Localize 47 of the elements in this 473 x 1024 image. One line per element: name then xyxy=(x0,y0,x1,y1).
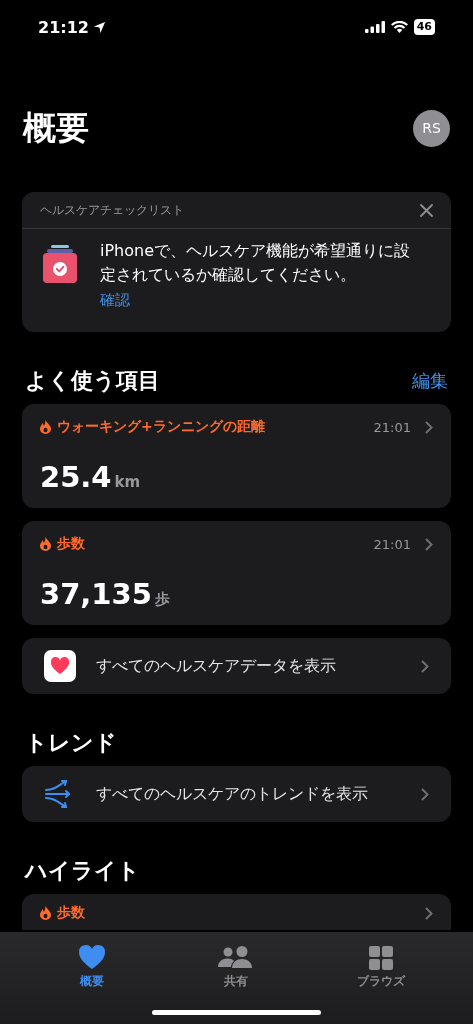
metric-unit: km xyxy=(114,473,141,491)
wifi-icon xyxy=(390,21,408,33)
chevron-icon xyxy=(425,420,433,434)
metric-card[interactable]: ウォーキング+ランニングの距離 21:01 25.4 km xyxy=(22,404,451,508)
heart-icon xyxy=(78,944,107,970)
checklist-message: iPhoneで、ヘルスケア機能が希望通りに設定されているか確認してください。 xyxy=(100,240,411,286)
metric-title: 歩数 xyxy=(57,535,86,553)
tab-item[interactable]: ブラウズ xyxy=(335,940,426,990)
tab-item[interactable]: 概要 xyxy=(47,940,138,990)
chevron-icon xyxy=(421,787,429,801)
highlight-card[interactable]: 歩数 xyxy=(22,894,451,930)
metric-time: 21:01 xyxy=(373,536,411,552)
status-time: 21:12 xyxy=(38,17,89,37)
location-arrow-icon xyxy=(92,20,106,34)
checklist-title: ヘルスケアチェックリスト xyxy=(40,201,184,219)
people-icon xyxy=(218,946,255,970)
chevron-icon xyxy=(425,906,433,920)
metric-value: 25.4 xyxy=(40,460,112,494)
section-heading: ハイライト xyxy=(25,857,140,885)
battery-indicator: 46 xyxy=(413,19,435,35)
tab-item[interactable]: 共有 xyxy=(191,940,282,990)
flame-icon xyxy=(40,906,51,920)
edit-link[interactable]: 編集 xyxy=(412,369,448,393)
chevron-icon xyxy=(421,659,429,673)
page-title: 概要 xyxy=(23,106,89,149)
link-label: すべてのヘルスケアデータを表示 xyxy=(96,655,337,677)
confirm-link[interactable]: 確認 xyxy=(100,291,130,310)
section-heading: よく使う項目 xyxy=(25,367,160,395)
flame-icon xyxy=(40,420,51,434)
trends-row[interactable]: すべてのヘルスケアのトレンドを表示 xyxy=(22,766,451,822)
metric-card[interactable]: 歩数 21:01 37,135 歩 xyxy=(22,521,451,625)
signal-icon xyxy=(364,21,385,33)
metric-value: 37,135 xyxy=(40,577,152,611)
chevron-icon xyxy=(425,537,433,551)
checklist-icon xyxy=(42,245,78,285)
grid-icon xyxy=(368,946,393,970)
health-app-icon xyxy=(44,650,76,682)
all-data-row[interactable]: すべてのヘルスケアデータを表示 xyxy=(22,638,451,694)
metric-title: 歩数 xyxy=(57,904,86,922)
close-icon[interactable] xyxy=(420,203,433,217)
metric-time: 21:01 xyxy=(373,419,411,435)
flame-icon xyxy=(40,537,51,551)
link-label: すべてのヘルスケアのトレンドを表示 xyxy=(96,783,369,805)
metric-unit: 歩 xyxy=(154,590,170,609)
metric-title: ウォーキング+ランニングの距離 xyxy=(57,418,266,436)
section-heading: トレンド xyxy=(25,729,117,757)
profile-avatar[interactable]: RS xyxy=(413,109,450,147)
